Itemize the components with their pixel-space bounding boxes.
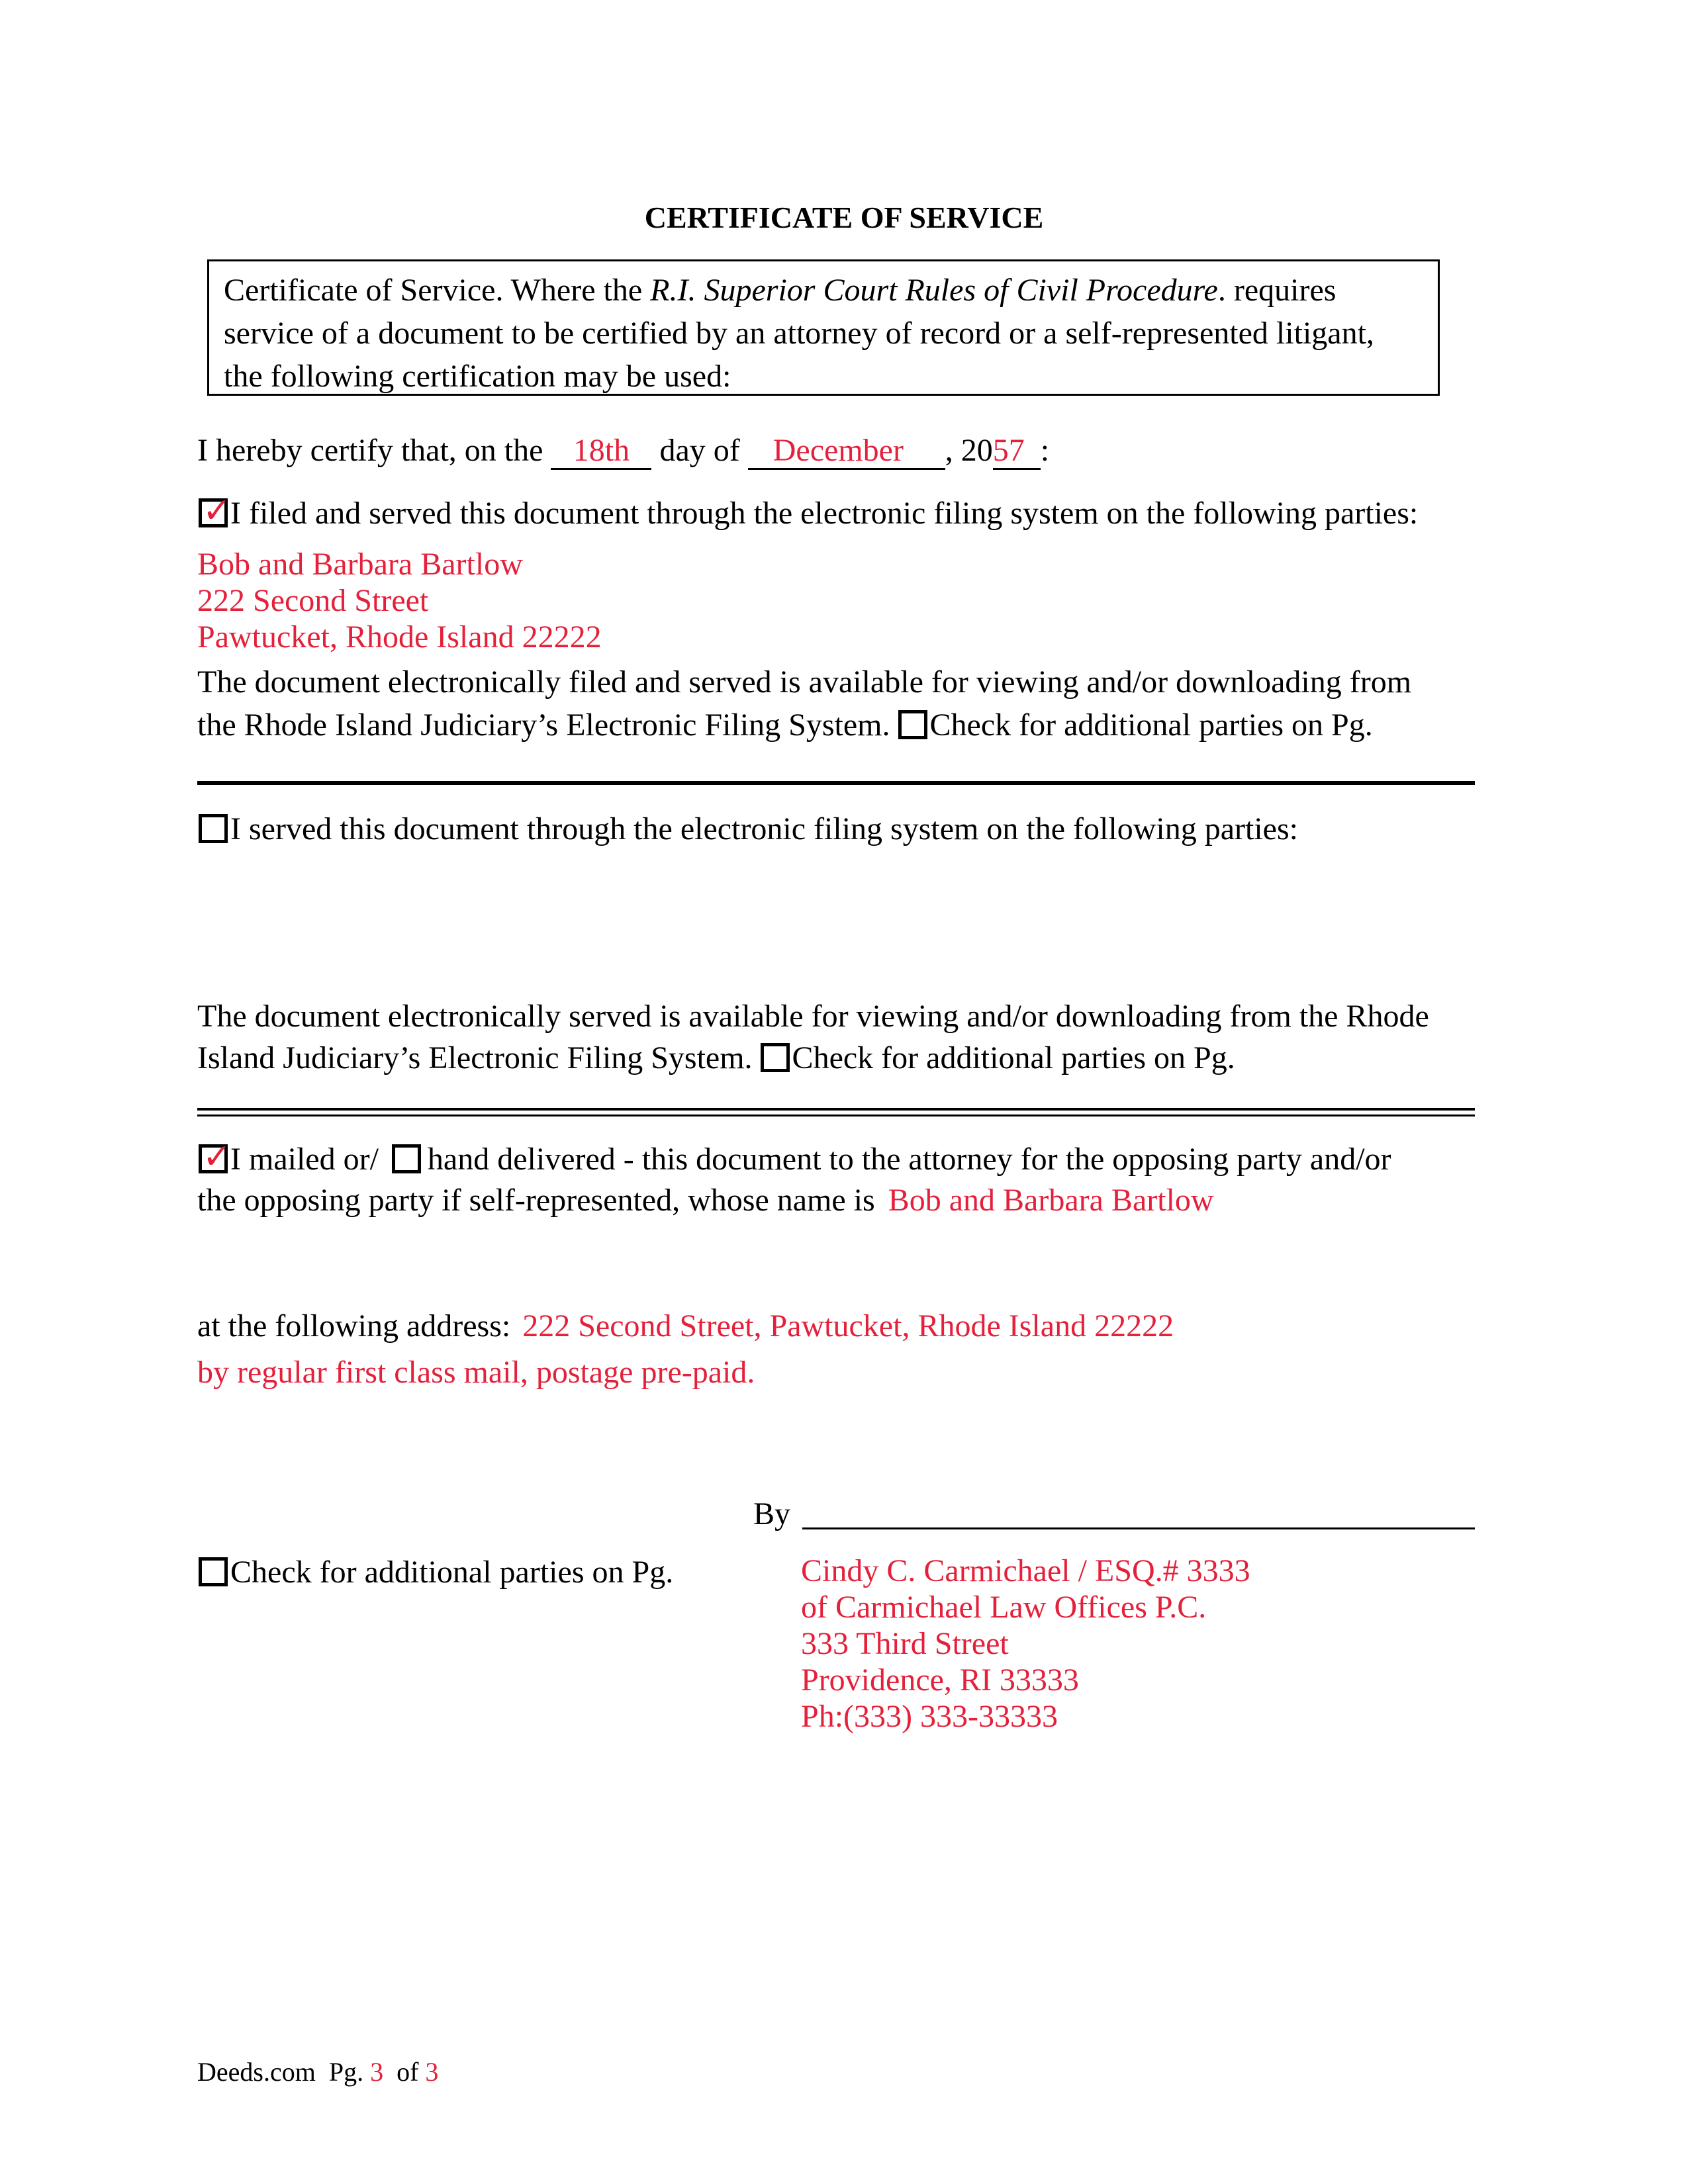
certify-prefix: I hereby certify that, on the (197, 433, 551, 468)
served-additional-label: Check for additional parties on Pg. (792, 1040, 1235, 1075)
intro-line-3: the following certification may be used: (224, 359, 731, 394)
filed-note-line-2: the Rhode Island Judiciary’s Electronic … (197, 709, 1373, 741)
intro-text: . requires (1217, 273, 1336, 308)
section-divider (197, 781, 1475, 785)
intro-box: Certificate of Service. Where the R.I. S… (207, 259, 1440, 396)
certify-date-line: I hereby certify that, on the 18th day o… (197, 435, 1049, 470)
filed-party-line-3: Pawtucket, Rhode Island 22222 (197, 619, 602, 655)
filed-note-line-1: The document electronically filed and se… (197, 664, 1412, 700)
intro-text: Certificate of Service. Where the (224, 273, 651, 308)
attorney-street: 333 Third Street (801, 1626, 1009, 1661)
checkmark-icon: ✓ (203, 491, 232, 531)
section-divider-double-top (197, 1108, 1475, 1111)
delivery-method: by regular first class mail, postage pre… (197, 1355, 755, 1390)
filed-party-line-1: Bob and Barbara Bartlow (197, 547, 523, 582)
filed-note-text: the Rhode Island Judiciary’s Electronic … (197, 707, 898, 743)
attorney-city: Providence, RI 33333 (801, 1662, 1079, 1698)
filed-checkbox[interactable]: ✓ (199, 494, 232, 528)
hand-delivered-label: hand delivered - this document to the at… (427, 1142, 1391, 1177)
opposing-party-address: 222 Second Street, Pawtucket, Rhode Isla… (522, 1308, 1174, 1343)
year-field[interactable]: 57 (992, 435, 1041, 470)
served-additional-checkbox[interactable] (760, 1043, 790, 1072)
served-note-line-2: Island Judiciary’s Electronic Filing Sys… (197, 1042, 1235, 1074)
mailed-checkbox[interactable]: ✓ (199, 1140, 232, 1174)
mailed-option: ✓ I mailed or/ hand delivered - this docu… (199, 1140, 1391, 1177)
filed-option: ✓ I filed and served this document throug… (199, 494, 1419, 531)
signature-additional-option: Check for additional parties on Pg. (199, 1557, 673, 1588)
footer-pg-label: Pg. (328, 2057, 364, 2087)
filed-party-line-2: 222 Second Street (197, 583, 429, 618)
address-label: at the following address: (197, 1308, 519, 1343)
signature-line[interactable] (802, 1527, 1475, 1529)
mailed-label: I mailed or/ (230, 1142, 387, 1177)
served-label: I served this document through the elect… (230, 811, 1298, 846)
footer: Deeds.com Pg. 3 of 3 (197, 2059, 438, 2085)
attorney-phone: Ph:(333) 333-33333 (801, 1699, 1058, 1734)
certify-middle: day of (651, 433, 748, 468)
certify-end: : (1040, 433, 1050, 468)
served-note-text: Island Judiciary’s Electronic Filing Sys… (197, 1040, 761, 1075)
intro-line-1: Certificate of Service. Where the R.I. S… (224, 275, 1336, 306)
footer-site: Deeds.com (197, 2057, 316, 2087)
by-label: By (753, 1496, 791, 1531)
intro-line-2: service of a document to be certified by… (224, 316, 1374, 351)
signature-additional-checkbox[interactable] (199, 1557, 228, 1586)
signature-additional-label: Check for additional parties on Pg. (230, 1555, 674, 1590)
section-divider-double-bottom (197, 1115, 1475, 1116)
attorney-firm: of Carmichael Law Offices P.C. (801, 1590, 1207, 1625)
opposing-party-text: the opposing party if self-represented, … (197, 1183, 883, 1218)
hand-delivered-checkbox[interactable] (391, 1144, 421, 1173)
checkmark-icon: ✓ (203, 1137, 232, 1177)
page-title: CERTIFICATE OF SERVICE (644, 201, 1044, 234)
footer-total-pages: 3 (425, 2057, 439, 2087)
filed-additional-checkbox[interactable] (898, 710, 927, 739)
served-checkbox[interactable] (199, 814, 228, 843)
served-option: I served this document through the elect… (199, 813, 1298, 845)
intro-italic-rules: Superior Court Rules of Civil Procedure (704, 273, 1218, 308)
footer-of-label: of (397, 2057, 419, 2087)
opposing-party-name: Bob and Barbara Bartlow (888, 1183, 1214, 1218)
filed-label: I filed and served this document through… (230, 496, 1419, 531)
filed-additional-label: Check for additional parties on Pg. (929, 707, 1373, 743)
month-field[interactable]: December (747, 435, 945, 470)
address-line: at the following address: 222 Second Str… (197, 1310, 1174, 1342)
served-note-line-1: The document electronically served is av… (197, 999, 1429, 1034)
intro-italic-ri: R.I. (650, 273, 704, 308)
attorney-name: Cindy C. Carmichael / ESQ.# 3333 (801, 1553, 1250, 1588)
opposing-party-line: the opposing party if self-represented, … (197, 1185, 1214, 1216)
certify-year-prefix: , 20 (945, 433, 993, 468)
footer-page-number: 3 (370, 2057, 384, 2087)
day-field[interactable]: 18th (551, 435, 652, 470)
